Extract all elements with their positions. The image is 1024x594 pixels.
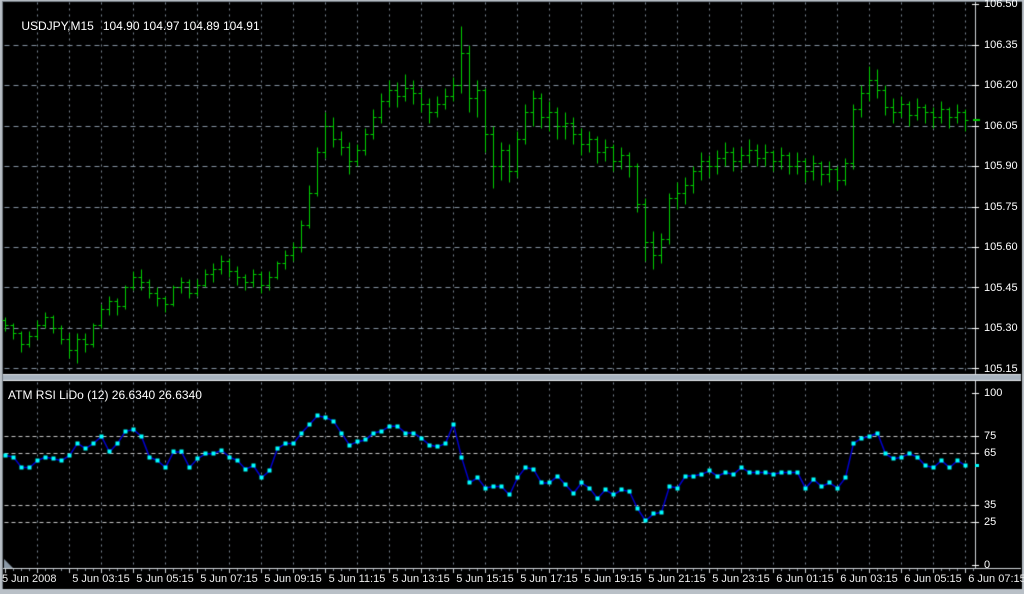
price-axis-label: 105.45 — [984, 281, 1018, 294]
price-axis-label: 105.30 — [984, 322, 1018, 334]
price-axis-label: 106.35 — [984, 38, 1018, 51]
price-axis-label: 106.05 — [984, 119, 1018, 132]
indicator-title: ATM RSI LiDo (12) 26.6340 26.6340 — [8, 388, 202, 402]
chart-window: USDJPY,M15 104.90 104.97 104.89 104.91 AT… — [0, 0, 1024, 594]
time-axis[interactable]: 5 Jun 2008 5 Jun 03:15 5 Jun 05:15 5 Jun 07… — [0, 569, 1024, 589]
chart-canvas[interactable] — [0, 0, 1024, 594]
ohlc-values-label: 104.90 104.97 104.89 104.91 — [102, 19, 260, 33]
indicator-axis-label: 35 — [984, 498, 997, 511]
price-axis-label: 105.60 — [984, 241, 1018, 253]
price-axis-label: 105.15 — [984, 362, 1018, 375]
panel-splitter[interactable] — [0, 374, 1024, 381]
indicator-axis[interactable]: 100 75 65 35 25 0 — [975, 382, 1024, 571]
price-axis-label: 105.90 — [984, 160, 1018, 172]
price-axis-label: 106.20 — [984, 79, 1018, 91]
indicator-axis-label: 75 — [984, 430, 997, 442]
indicator-axis-label: 65 — [984, 447, 997, 460]
indicator-axis-label: 25 — [984, 516, 997, 528]
symbol-period-label: USDJPY,M15 — [21, 19, 94, 33]
time-axis-label: 6 Jun 07:15 — [968, 573, 1024, 585]
price-axis[interactable]: 106.50 106.35 106.20 106.05 105.90 105.75 105.… — [975, 0, 1024, 374]
indicator-axis-label: 100 — [984, 387, 1003, 399]
chart-title: USDJPY,M15 104.90 104.97 104.89 104.91 — [8, 5, 260, 47]
price-axis-label: 105.75 — [984, 200, 1018, 213]
price-axis-label: 106.50 — [984, 0, 1018, 10]
